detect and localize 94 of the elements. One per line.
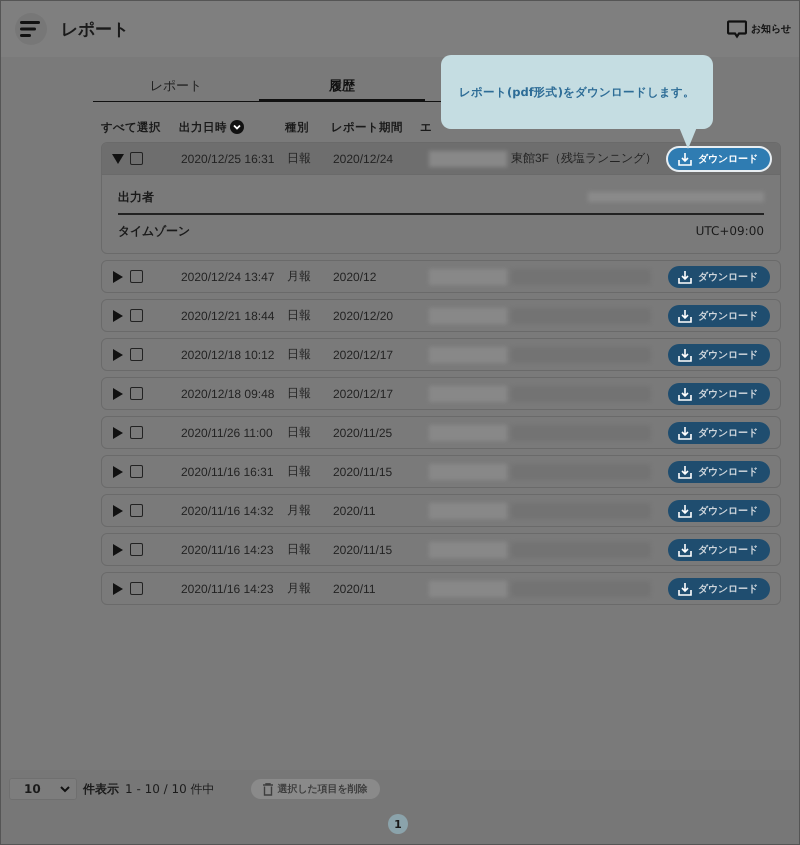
message-icon — [727, 20, 747, 38]
download-button[interactable]: ダウンロード — [668, 344, 770, 366]
download-icon — [678, 504, 692, 518]
report-period: 2020/11 — [333, 504, 376, 518]
checkbox[interactable] — [130, 465, 143, 478]
report-type: 月報 — [287, 580, 312, 597]
report-period: 2020/11/15 — [333, 542, 394, 556]
column-header: レポート期間 — [331, 120, 404, 134]
expand-toggle-icon[interactable] — [112, 152, 124, 164]
checkbox[interactable] — [130, 543, 143, 556]
output-datetime: 2020/11/16 16:31 — [181, 464, 275, 478]
report-period: 2020/12/17 — [333, 386, 394, 400]
notice-link[interactable]: お知らせ — [727, 20, 791, 38]
download-button[interactable]: ダウンロード — [668, 460, 770, 482]
report-period: 2020/12/17 — [333, 348, 394, 362]
download-icon — [678, 582, 692, 596]
report-type: 月報 — [287, 268, 312, 285]
detail-value: UTC+09:00 — [696, 224, 764, 238]
report-type: 月報 — [287, 502, 312, 519]
output-datetime: 2020/12/24 13:47 — [181, 270, 276, 284]
tooltip-text: レポート(pdf形式)をダウンロードします。 — [459, 84, 695, 100]
report-type: 日報 — [287, 150, 312, 167]
download-icon — [678, 426, 692, 440]
output-datetime: 2020/11/16 14:23 — [181, 582, 275, 596]
download-icon — [678, 464, 692, 478]
output-datetime: 2020/12/25 16:31 — [181, 152, 276, 166]
report-period: 2020/12/24 — [333, 152, 394, 166]
download-button[interactable]: ダウンロード — [668, 578, 770, 600]
report-type: 日報 — [287, 424, 312, 441]
per-page-select[interactable]: 10 — [9, 778, 77, 800]
output-datetime: 2020/11/16 14:32 — [181, 504, 275, 518]
download-button[interactable]: ダウンロード — [668, 148, 770, 170]
output-datetime: 2020/12/21 18:44 — [181, 308, 276, 322]
per-page-label: 件表示 — [83, 780, 119, 798]
expand-toggle-icon[interactable] — [112, 388, 124, 400]
output-datetime: 2020/11/26 11:00 — [181, 426, 274, 440]
checkbox[interactable] — [130, 426, 143, 439]
report-period: 2020/11/15 — [333, 464, 394, 478]
expand-toggle-icon[interactable] — [112, 310, 124, 322]
trash-icon — [262, 782, 273, 796]
column-header: エ — [420, 120, 432, 134]
report-type: 日報 — [287, 385, 312, 402]
detail-label: 出力者 — [118, 188, 154, 206]
expand-toggle-icon[interactable] — [112, 544, 124, 556]
output-datetime: 2020/12/18 10:12 — [181, 348, 276, 362]
download-icon — [678, 270, 692, 284]
download-button[interactable]: ダウンロード — [668, 500, 770, 522]
column-header: 種別 — [285, 120, 310, 134]
tab[interactable]: レポート — [93, 75, 259, 101]
expand-toggle-icon[interactable] — [112, 504, 124, 516]
report-period: 2020/12 — [333, 270, 378, 284]
report-period: 2020/11 — [333, 582, 376, 596]
download-button[interactable]: ダウンロード — [668, 422, 770, 444]
range-text: 1 - 10 / 10 件中 — [125, 780, 215, 798]
expand-toggle-icon[interactable] — [112, 348, 124, 360]
checkbox[interactable] — [130, 270, 143, 283]
download-button[interactable]: ダウンロード — [668, 266, 770, 288]
checkbox[interactable] — [130, 309, 143, 322]
report-type: 日報 — [287, 346, 312, 363]
menu-button[interactable] — [15, 13, 47, 45]
column-header: 出力日時 — [179, 120, 285, 134]
report-type: 日報 — [287, 463, 312, 480]
output-datetime: 2020/12/18 09:48 — [181, 386, 276, 400]
sort-icon — [230, 120, 244, 134]
expand-toggle-icon[interactable] — [112, 426, 124, 438]
checkbox[interactable] — [130, 387, 143, 400]
report-period: 2020/12/20 — [333, 308, 394, 322]
checkbox[interactable] — [130, 504, 143, 517]
expand-toggle-icon[interactable] — [112, 582, 124, 594]
checkbox[interactable] — [130, 348, 143, 361]
download-icon — [678, 386, 692, 400]
column-header: すべて選択 — [101, 120, 162, 134]
download-button[interactable]: ダウンロード — [668, 382, 770, 404]
tab[interactable]: 履歴 — [259, 75, 425, 102]
menu-icon — [20, 21, 42, 37]
report-type: 日報 — [287, 307, 312, 324]
download-button[interactable]: ダウンロード — [668, 304, 770, 326]
report-type: 日報 — [287, 541, 312, 558]
page-button[interactable]: 1 — [388, 814, 408, 834]
location-name: 東館3F（残塩ランニング） — [511, 150, 658, 167]
expand-toggle-icon[interactable] — [112, 466, 124, 478]
download-icon — [678, 308, 692, 322]
download-icon — [678, 152, 692, 166]
output-datetime: 2020/11/16 14:23 — [181, 542, 275, 556]
chevron-down-icon — [60, 786, 70, 792]
detail-label: タイムゾーン — [118, 222, 190, 240]
page-title: レポート — [61, 18, 129, 40]
expand-toggle-icon[interactable] — [112, 270, 124, 282]
report-period: 2020/11/25 — [333, 426, 394, 440]
checkbox[interactable] — [130, 582, 143, 595]
download-icon — [678, 348, 692, 362]
download-button[interactable]: ダウンロード — [668, 538, 770, 560]
download-icon — [678, 542, 692, 556]
checkbox[interactable] — [130, 152, 143, 165]
